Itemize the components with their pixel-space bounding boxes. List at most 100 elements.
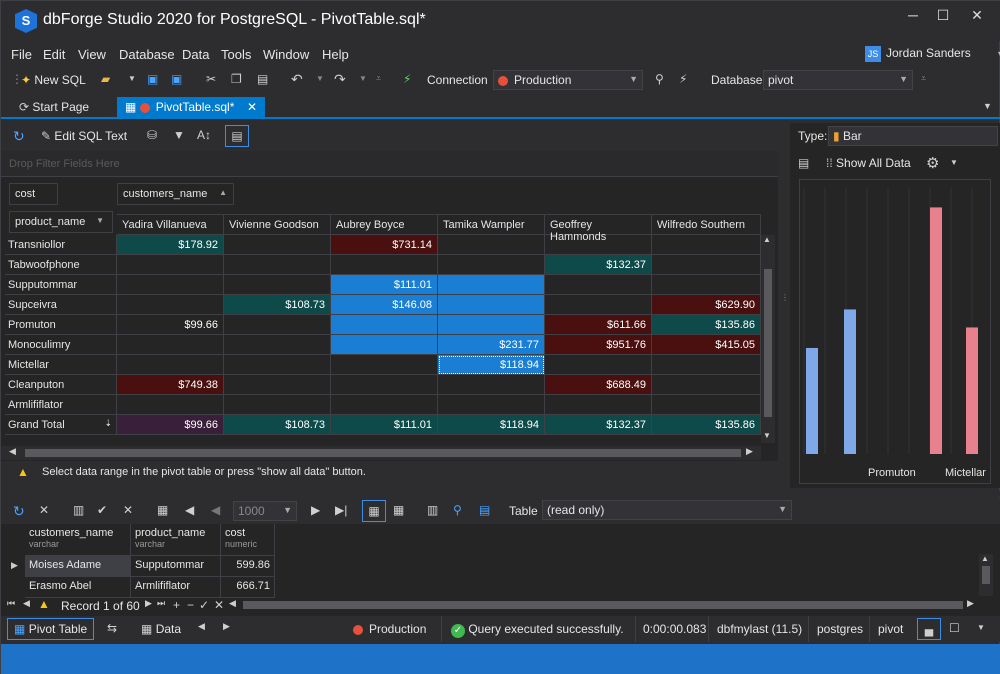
pivot-cell[interactable]: $132.37	[545, 255, 652, 275]
menu-help[interactable]: Help	[322, 47, 349, 62]
overflow-icon[interactable]: ⩡	[376, 73, 381, 84]
pivot-cell[interactable]	[117, 335, 224, 355]
filter-icon[interactable]: ▼	[173, 128, 185, 142]
tab-list-icon[interactable]: ▼	[983, 101, 992, 111]
first-page-icon[interactable]: ◀	[185, 503, 194, 517]
data-view-button[interactable]: ▦ Data	[141, 622, 181, 636]
sort-icon[interactable]: A↕	[197, 128, 211, 142]
refresh-icon[interactable]: ↻	[13, 503, 25, 520]
pivot-cell[interactable]	[545, 355, 652, 375]
pivot-cell[interactable]	[545, 295, 652, 315]
grand-total-cell[interactable]: $132.37	[545, 415, 652, 435]
grid-cell[interactable]: Armlififlator	[131, 577, 221, 598]
cut-icon[interactable]: ✂	[206, 72, 216, 86]
cancel-record-icon[interactable]: ✕	[214, 598, 224, 612]
pivot-cell[interactable]	[331, 395, 438, 415]
chart-type-select[interactable]: ▮ Bar	[828, 126, 998, 146]
edit-record-icon[interactable]: ▥	[73, 503, 84, 517]
chart-bar[interactable]	[806, 347, 818, 454]
filter-drop-area[interactable]: Drop Filter Fields Here	[1, 151, 778, 177]
scroll-right-icon[interactable]: ▶	[746, 446, 753, 457]
grid-vertical-scrollbar[interactable]: ▲	[979, 554, 993, 596]
pivot-cell[interactable]: $146.08	[331, 295, 438, 315]
redo-icon[interactable]: ↷	[334, 71, 346, 88]
pivot-cell[interactable]	[117, 275, 224, 295]
copy-icon[interactable]: ❐	[231, 72, 242, 86]
pivot-cell[interactable]: $111.01	[331, 275, 438, 295]
save-all-icon[interactable]: ▣	[171, 72, 182, 86]
grid-column-header[interactable]: product_name varchar	[131, 524, 221, 556]
pivot-row-header[interactable]: Monoculimry	[5, 335, 117, 355]
database-select[interactable]: pivot ▼	[763, 70, 913, 90]
pivot-cell[interactable]	[331, 355, 438, 375]
export-icon[interactable]: ▤	[479, 503, 490, 517]
pivot-cell[interactable]: $178.92	[117, 235, 224, 255]
grid-options-icon[interactable]: ▦	[157, 503, 168, 517]
disconnect-icon[interactable]: ⚡	[679, 72, 687, 86]
pivot-cell[interactable]	[117, 395, 224, 415]
pivot-column-header[interactable]: Yadira Villanueva	[117, 214, 224, 235]
view-mode-select[interactable]: (read only) ▼	[542, 500, 792, 520]
pivot-cell[interactable]	[545, 235, 652, 255]
menu-window[interactable]: Window	[263, 47, 309, 62]
pivot-row-header[interactable]: Cleanputon	[5, 375, 117, 395]
new-sql-button[interactable]: ✦ New SQL	[21, 73, 86, 87]
pivot-cell[interactable]	[224, 235, 331, 255]
pivot-cell[interactable]: $951.76	[545, 335, 652, 355]
pivot-row-header[interactable]: Transniollor	[5, 235, 117, 255]
connect-icon[interactable]: ⚡	[403, 72, 411, 86]
pivot-cell[interactable]: $99.66	[117, 315, 224, 335]
page-size-select[interactable]: 1000 ▼	[233, 501, 297, 521]
grid-view-icon[interactable]: ▦	[362, 500, 386, 522]
pivot-cell[interactable]	[438, 275, 545, 295]
card-view-icon[interactable]: ▦	[393, 503, 404, 517]
grand-total-cell[interactable]: $108.73	[224, 415, 331, 435]
show-chart-toggle-icon[interactable]: ▤	[225, 125, 249, 147]
pivot-cell[interactable]	[438, 315, 545, 335]
pivot-cell[interactable]	[224, 275, 331, 295]
tab-start-page[interactable]: ⟳ Start Page	[11, 97, 97, 119]
pivot-cell[interactable]: $688.49	[545, 375, 652, 395]
pivot-cell[interactable]	[224, 355, 331, 375]
pivot-column-header[interactable]: Wilfredo Southern	[652, 214, 761, 235]
tab-pivottable[interactable]: ▦ PivotTable.sql* ✕	[117, 97, 265, 119]
plug-icon[interactable]: ⚲	[655, 72, 664, 86]
grid-cell[interactable]: Erasmo Abel	[25, 577, 131, 598]
pivot-cell[interactable]: $611.66	[545, 315, 652, 335]
minimize-button[interactable]: ─	[899, 7, 927, 27]
pivot-cell[interactable]	[224, 375, 331, 395]
undo-icon[interactable]: ↶	[291, 71, 303, 88]
overflow-icon[interactable]: ⩡	[921, 73, 926, 84]
pivot-cell[interactable]	[117, 255, 224, 275]
pivot-row-header[interactable]: Tabwoofphone	[5, 255, 117, 275]
gear-icon[interactable]: ⚙	[926, 154, 939, 172]
next-record-icon[interactable]: ▶	[145, 598, 152, 609]
pivot-cell[interactable]	[331, 335, 438, 355]
pivot-column-header[interactable]: Tamika Wampler	[438, 214, 545, 235]
pivot-cell[interactable]	[545, 275, 652, 295]
pivot-row-header[interactable]: Promuton	[5, 315, 117, 335]
menu-view[interactable]: View	[78, 47, 106, 62]
add-record-icon[interactable]: +	[173, 598, 180, 612]
splitter[interactable]	[1, 491, 1000, 497]
layout-full-icon[interactable]: ☐	[949, 621, 960, 635]
grand-total-cell[interactable]: $118.94	[438, 415, 545, 435]
chart-bar[interactable]	[844, 309, 856, 454]
scroll-thumb[interactable]	[25, 449, 741, 457]
grand-total-header[interactable]: Grand Total ⇣	[5, 415, 117, 435]
grid-column-header[interactable]: cost numeric	[221, 524, 275, 556]
pivot-cell[interactable]	[224, 335, 331, 355]
pivot-cell[interactable]	[224, 395, 331, 415]
menu-data[interactable]: Data	[182, 47, 209, 62]
pivot-row-header[interactable]: Mictellar	[5, 355, 117, 375]
scroll-right-icon[interactable]: ▶	[223, 621, 230, 632]
first-record-icon[interactable]: ⏮	[7, 598, 15, 609]
open-folder-icon[interactable]: ▰	[101, 72, 110, 86]
menu-database[interactable]: Database	[119, 47, 175, 62]
pivot-cell[interactable]: $118.94	[438, 355, 545, 375]
edit-sql-button[interactable]: ✎ Edit SQL Text	[41, 129, 127, 143]
pivot-cell[interactable]	[652, 275, 761, 295]
pivot-cell[interactable]	[438, 395, 545, 415]
chevron-down-icon[interactable]: ▼	[950, 158, 958, 167]
scroll-left-icon[interactable]: ◀	[198, 621, 205, 632]
